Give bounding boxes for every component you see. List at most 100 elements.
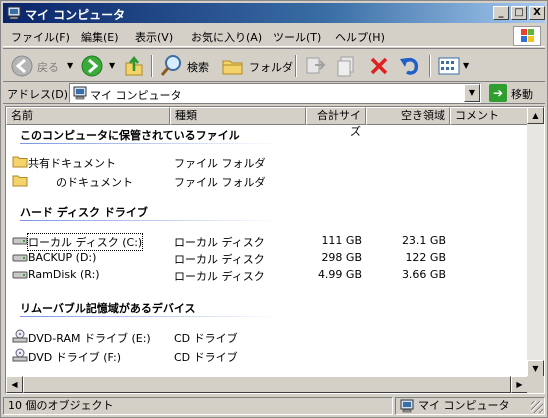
back-icon[interactable] bbox=[9, 53, 35, 79]
address-label: アドレス(D) bbox=[7, 88, 69, 101]
back-button-label[interactable]: 戻る bbox=[37, 59, 59, 75]
hard-drive-icon bbox=[12, 237, 28, 245]
list-item[interactable]: 共有ドキュメント ファイル フォルダ bbox=[6, 153, 526, 170]
move-to-icon[interactable] bbox=[303, 53, 327, 79]
group-divider bbox=[20, 220, 280, 221]
column-comment[interactable]: コメント bbox=[450, 107, 528, 125]
file-list-view[interactable]: 名前 種類 合計サイズ 空き領域 コメント このコンピュータに保管されているファ… bbox=[5, 106, 545, 394]
status-location: マイ コンピュータ bbox=[395, 397, 545, 415]
column-header: 名前 種類 合計サイズ 空き領域 コメント bbox=[6, 107, 528, 138]
scroll-left-icon[interactable]: ◀ bbox=[6, 376, 23, 393]
group-header-removable: リムーバブル記憶域があるデバイス bbox=[20, 302, 196, 315]
forward-dropdown-icon[interactable]: ▼ bbox=[109, 61, 115, 70]
dvd-drive-icon bbox=[12, 329, 28, 343]
folders-button-label[interactable]: フォルダ bbox=[249, 59, 293, 75]
menu-tools[interactable]: ツール(T) bbox=[273, 29, 321, 45]
undo-icon[interactable] bbox=[397, 53, 421, 79]
group-divider bbox=[20, 143, 280, 144]
my-computer-icon bbox=[7, 6, 21, 20]
item-type: CD ドライブ bbox=[174, 351, 238, 364]
back-dropdown-icon[interactable]: ▼ bbox=[67, 61, 73, 70]
address-dropdown-icon[interactable]: ▼ bbox=[464, 84, 480, 102]
horizontal-scroll-thumb[interactable] bbox=[23, 376, 511, 393]
list-item[interactable]: BACKUP (D:) ローカル ディスク 298 GB 122 GB bbox=[6, 249, 526, 266]
address-bar: アドレス(D) マイ コンピュータ ▼ ➔ 移動 bbox=[3, 82, 545, 104]
hard-drive-icon bbox=[12, 254, 28, 262]
windows-flag-icon bbox=[521, 29, 534, 42]
standard-toolbar: 戻る ▼ ▼ 検索 フォルダ ▼ bbox=[3, 48, 545, 82]
item-total-size: 111 GB bbox=[321, 234, 362, 247]
item-free-space: 122 GB bbox=[405, 251, 446, 264]
folders-icon[interactable] bbox=[221, 53, 245, 79]
list-item[interactable]: ローカル ディスク (C:) ローカル ディスク 111 GB 23.1 GB bbox=[6, 232, 526, 251]
item-name: DVD-RAM ドライブ (E:) bbox=[28, 332, 151, 345]
list-item[interactable]: DVD-RAM ドライブ (E:) CD ドライブ bbox=[6, 328, 526, 345]
group-divider bbox=[20, 316, 280, 317]
folder-icon bbox=[12, 156, 28, 168]
item-type: ローカル ディスク bbox=[174, 253, 265, 266]
item-name: 共有ドキュメント bbox=[28, 157, 116, 170]
up-folder-icon[interactable] bbox=[123, 53, 145, 79]
delete-icon[interactable] bbox=[367, 53, 391, 79]
scroll-corner bbox=[527, 376, 544, 393]
explorer-window: マイ コンピュータ _ □ X ファイル(F) 編集(E) 表示(V) お気に入… bbox=[0, 0, 548, 418]
column-free-space[interactable]: 空き領域 bbox=[366, 107, 450, 125]
list-item[interactable]: RamDisk (R:) ローカル ディスク 4.99 GB 3.66 GB bbox=[6, 266, 526, 283]
views-icon[interactable] bbox=[437, 53, 461, 79]
list-item[interactable]: DVD ドライブ (F:) CD ドライブ bbox=[6, 347, 526, 364]
menu-edit[interactable]: 編集(E) bbox=[81, 29, 119, 45]
item-name: のドキュメント bbox=[28, 176, 133, 189]
views-dropdown-icon[interactable]: ▼ bbox=[463, 61, 469, 70]
go-button[interactable]: ➔ 移動 bbox=[489, 84, 545, 102]
item-free-space: 23.1 GB bbox=[401, 234, 446, 247]
menu-help[interactable]: ヘルプ(H) bbox=[335, 29, 385, 45]
scroll-down-icon[interactable]: ▼ bbox=[527, 360, 544, 377]
toolbar-separator bbox=[429, 55, 431, 77]
windows-logo bbox=[513, 26, 541, 46]
dvd-drive-icon bbox=[12, 348, 28, 362]
menu-file[interactable]: ファイル(F) bbox=[11, 29, 70, 45]
item-total-size: 298 GB bbox=[321, 251, 362, 264]
list-item[interactable]: のドキュメント ファイル フォルダ bbox=[6, 172, 526, 189]
search-button-label[interactable]: 検索 bbox=[187, 59, 209, 75]
maximize-button[interactable]: □ bbox=[511, 6, 527, 20]
forward-icon[interactable] bbox=[79, 53, 105, 79]
horizontal-scrollbar[interactable]: ◀ ▶ bbox=[6, 376, 528, 393]
menu-view[interactable]: 表示(V) bbox=[135, 29, 173, 45]
item-type: ファイル フォルダ bbox=[174, 176, 266, 189]
hard-drive-icon bbox=[12, 271, 28, 279]
folder-icon bbox=[12, 175, 28, 187]
resize-grip[interactable] bbox=[531, 401, 543, 413]
item-name: ローカル ディスク (C:) bbox=[26, 233, 144, 251]
item-total-size: 4.99 GB bbox=[317, 268, 362, 281]
search-icon[interactable] bbox=[159, 53, 183, 79]
go-arrow-icon: ➔ bbox=[489, 84, 507, 102]
column-name[interactable]: 名前 bbox=[6, 107, 170, 125]
scroll-right-icon[interactable]: ▶ bbox=[511, 376, 528, 393]
status-location-text: マイ コンピュータ bbox=[418, 399, 510, 412]
minimize-button[interactable]: _ bbox=[493, 6, 509, 20]
address-input[interactable]: マイ コンピュータ ▼ bbox=[69, 83, 481, 103]
address-value: マイ コンピュータ bbox=[90, 89, 182, 102]
group-header-stored-files: このコンピュータに保管されているファイル bbox=[20, 129, 240, 142]
item-free-space: 3.66 GB bbox=[401, 268, 446, 281]
vertical-scrollbar[interactable]: ▲ ▼ bbox=[527, 107, 544, 377]
item-type: ローカル ディスク bbox=[174, 236, 265, 249]
title-bar[interactable]: マイ コンピュータ _ □ X bbox=[3, 3, 545, 23]
my-computer-icon bbox=[400, 399, 414, 413]
item-name: RamDisk (R:) bbox=[28, 268, 100, 281]
toolbar-separator bbox=[151, 55, 153, 77]
menu-favorites[interactable]: お気に入り(A) bbox=[191, 29, 262, 45]
copy-to-icon[interactable] bbox=[335, 53, 359, 79]
item-type: ローカル ディスク bbox=[174, 270, 265, 283]
status-bar: 10 個のオブジェクト マイ コンピュータ bbox=[3, 396, 545, 416]
item-name: BACKUP (D:) bbox=[28, 251, 97, 264]
scroll-up-icon[interactable]: ▲ bbox=[527, 107, 544, 124]
column-type[interactable]: 種類 bbox=[170, 107, 306, 125]
close-button[interactable]: X bbox=[529, 6, 545, 20]
toolbar-separator bbox=[295, 55, 297, 77]
my-computer-icon bbox=[73, 86, 87, 100]
item-type: ファイル フォルダ bbox=[174, 157, 266, 170]
item-name: DVD ドライブ (F:) bbox=[28, 351, 122, 364]
column-total-size[interactable]: 合計サイズ bbox=[306, 107, 366, 138]
